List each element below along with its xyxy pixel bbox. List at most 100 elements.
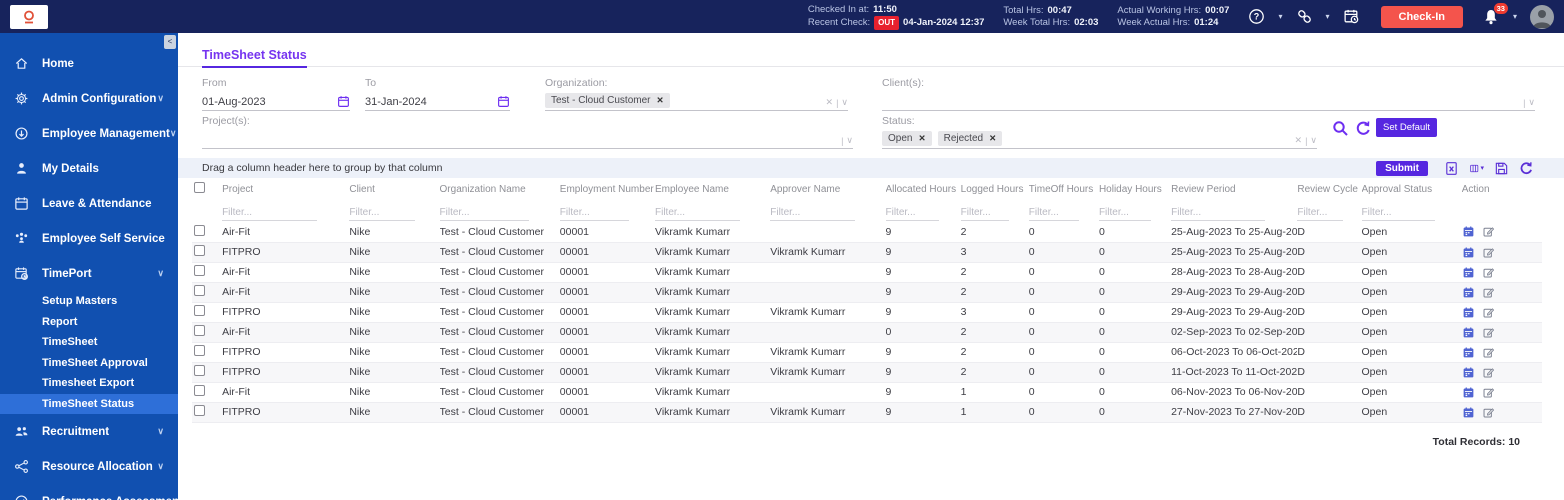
- column-filter-input[interactable]: Filter...: [1029, 207, 1079, 221]
- column-header-employment-number[interactable]: Employment Number: [560, 184, 654, 195]
- row-checkbox[interactable]: [194, 265, 205, 276]
- chip-remove-icon[interactable]: ✕: [656, 95, 663, 106]
- chevron-down-icon[interactable]: ∨: [841, 97, 848, 108]
- column-header-review-period[interactable]: Review Period: [1171, 184, 1235, 195]
- field-controls[interactable]: |∨: [841, 135, 853, 146]
- field-controls[interactable]: |∨: [1523, 97, 1535, 108]
- column-header-review-cycle[interactable]: Review Cycle: [1297, 184, 1358, 195]
- field-controls[interactable]: ✕|∨: [1295, 135, 1317, 146]
- sidebar-item-setup-masters[interactable]: Setup Masters: [0, 291, 178, 312]
- group-drop-hint[interactable]: Drag a column header here to group by th…: [202, 162, 442, 174]
- to-date-field[interactable]: To 31-Jan-2024: [365, 77, 510, 111]
- view-timesheet-calendar-icon[interactable]: [1462, 366, 1475, 379]
- sidebar-item-performance-assessment[interactable]: Performance Assessment∨: [0, 484, 178, 500]
- edit-icon[interactable]: [1482, 306, 1495, 319]
- column-header-client[interactable]: Client: [349, 184, 375, 195]
- calendar-icon[interactable]: [337, 95, 350, 108]
- calendar-icon[interactable]: [497, 95, 510, 108]
- edit-icon[interactable]: [1482, 246, 1495, 259]
- chevron-down-icon[interactable]: ▾: [1278, 13, 1282, 21]
- calendar-clock-icon[interactable]: [1343, 8, 1360, 25]
- edit-icon[interactable]: [1482, 366, 1495, 379]
- refresh-icon[interactable]: [1355, 120, 1372, 137]
- sidebar-item-timesheet[interactable]: TimeSheet: [0, 332, 178, 353]
- sidebar-item-report[interactable]: Report: [0, 312, 178, 333]
- projects-field[interactable]: Project(s): |∨: [202, 115, 853, 149]
- column-filter-input[interactable]: Filter...: [770, 207, 855, 221]
- column-filter-input[interactable]: Filter...: [560, 207, 630, 221]
- column-chooser-icon[interactable]: ▾: [1469, 161, 1484, 176]
- row-checkbox[interactable]: [194, 345, 205, 356]
- row-checkbox[interactable]: [194, 225, 205, 236]
- edit-icon[interactable]: [1482, 346, 1495, 359]
- column-header-allocated-hours[interactable]: Allocated Hours: [886, 184, 957, 195]
- select-all-checkbox[interactable]: [194, 182, 205, 193]
- edit-icon[interactable]: [1482, 386, 1495, 399]
- sidebar-item-timesheet-status[interactable]: TimeSheet Status: [0, 394, 178, 415]
- edit-icon[interactable]: [1482, 225, 1495, 238]
- sidebar-item-timesheet-export[interactable]: Timesheet Export: [0, 373, 178, 394]
- search-icon[interactable]: [1332, 120, 1349, 137]
- link-icon[interactable]: [1296, 8, 1313, 25]
- edit-icon[interactable]: [1482, 326, 1495, 339]
- sidebar-item-my-details[interactable]: My Details: [0, 151, 178, 186]
- clear-icon[interactable]: ✕: [826, 97, 834, 108]
- chevron-down-icon[interactable]: ▾: [1326, 13, 1330, 21]
- chevron-down-icon[interactable]: ∨: [846, 135, 853, 146]
- sidebar-item-timeport[interactable]: TimePort∨: [0, 256, 178, 291]
- column-filter-input[interactable]: Filter...: [1297, 207, 1342, 221]
- help-icon[interactable]: ?: [1248, 8, 1265, 25]
- column-filter-input[interactable]: Filter...: [440, 207, 529, 221]
- set-default-button[interactable]: Set Default: [1376, 118, 1437, 137]
- sidebar-item-leave-attendance[interactable]: Leave & Attendance: [0, 186, 178, 221]
- column-filter-input[interactable]: Filter...: [1099, 207, 1151, 221]
- avatar[interactable]: [1530, 5, 1554, 29]
- column-filter-input[interactable]: Filter...: [1171, 207, 1265, 221]
- chip-remove-icon[interactable]: ✕: [989, 133, 996, 144]
- app-logo[interactable]: [10, 5, 48, 29]
- column-header-timeoff-hours[interactable]: TimeOff Hours: [1029, 184, 1093, 195]
- column-filter-input[interactable]: Filter...: [1362, 207, 1435, 221]
- view-timesheet-calendar-icon[interactable]: [1462, 286, 1475, 299]
- organization-field[interactable]: Organization: Test - Cloud Customer ✕ ✕|…: [545, 77, 848, 111]
- check-in-button[interactable]: Check-In: [1381, 6, 1463, 28]
- sidebar-item-home[interactable]: Home: [0, 46, 178, 81]
- row-checkbox[interactable]: [194, 245, 205, 256]
- row-checkbox[interactable]: [194, 325, 205, 336]
- view-timesheet-calendar-icon[interactable]: [1462, 386, 1475, 399]
- to-date-value[interactable]: 31-Jan-2024: [365, 96, 497, 108]
- column-filter-input[interactable]: Filter...: [961, 207, 1009, 221]
- row-checkbox[interactable]: [194, 365, 205, 376]
- row-checkbox[interactable]: [194, 385, 205, 396]
- column-header-approver-name[interactable]: Approver Name: [770, 184, 840, 195]
- column-filter-input[interactable]: Filter...: [349, 207, 415, 221]
- column-header-employee-name[interactable]: Employee Name: [655, 184, 729, 195]
- row-checkbox[interactable]: [194, 285, 205, 296]
- column-filter-input[interactable]: Filter...: [886, 207, 940, 221]
- edit-icon[interactable]: [1482, 266, 1495, 279]
- view-timesheet-calendar-icon[interactable]: [1462, 306, 1475, 319]
- view-timesheet-calendar-icon[interactable]: [1462, 225, 1475, 238]
- row-checkbox[interactable]: [194, 305, 205, 316]
- edit-icon[interactable]: [1482, 406, 1495, 419]
- column-filter-input[interactable]: Filter...: [222, 207, 317, 221]
- refresh-grid-icon[interactable]: [1519, 161, 1534, 176]
- submit-button[interactable]: Submit: [1376, 161, 1428, 176]
- save-layout-icon[interactable]: [1494, 161, 1509, 176]
- sidebar-collapse-button[interactable]: <: [164, 35, 176, 49]
- from-date-field[interactable]: From 01-Aug-2023: [202, 77, 350, 111]
- field-controls[interactable]: ✕|∨: [826, 97, 848, 108]
- chevron-down-icon[interactable]: ∨: [1310, 135, 1317, 146]
- row-checkbox[interactable]: [194, 405, 205, 416]
- sidebar-item-employee-self-service[interactable]: Employee Self Service: [0, 221, 178, 256]
- notifications-bell[interactable]: 33: [1482, 8, 1500, 26]
- sidebar-item-recruitment[interactable]: Recruitment∨: [0, 414, 178, 449]
- chevron-down-icon[interactable]: ∨: [1528, 97, 1535, 108]
- sidebar-item-employee-management[interactable]: Employee Management∨: [0, 116, 178, 151]
- column-header-holiday-hours[interactable]: Holiday Hours: [1099, 184, 1162, 195]
- column-filter-input[interactable]: Filter...: [655, 207, 740, 221]
- sidebar-item-admin-configuration[interactable]: Admin Configuration∨: [0, 81, 178, 116]
- sidebar-item-resource-allocation[interactable]: Resource Allocation∨: [0, 449, 178, 484]
- status-field[interactable]: Status: Open ✕ Rejected ✕ ✕|∨: [882, 115, 1317, 149]
- sidebar-item-timesheet-approval[interactable]: TimeSheet Approval: [0, 353, 178, 374]
